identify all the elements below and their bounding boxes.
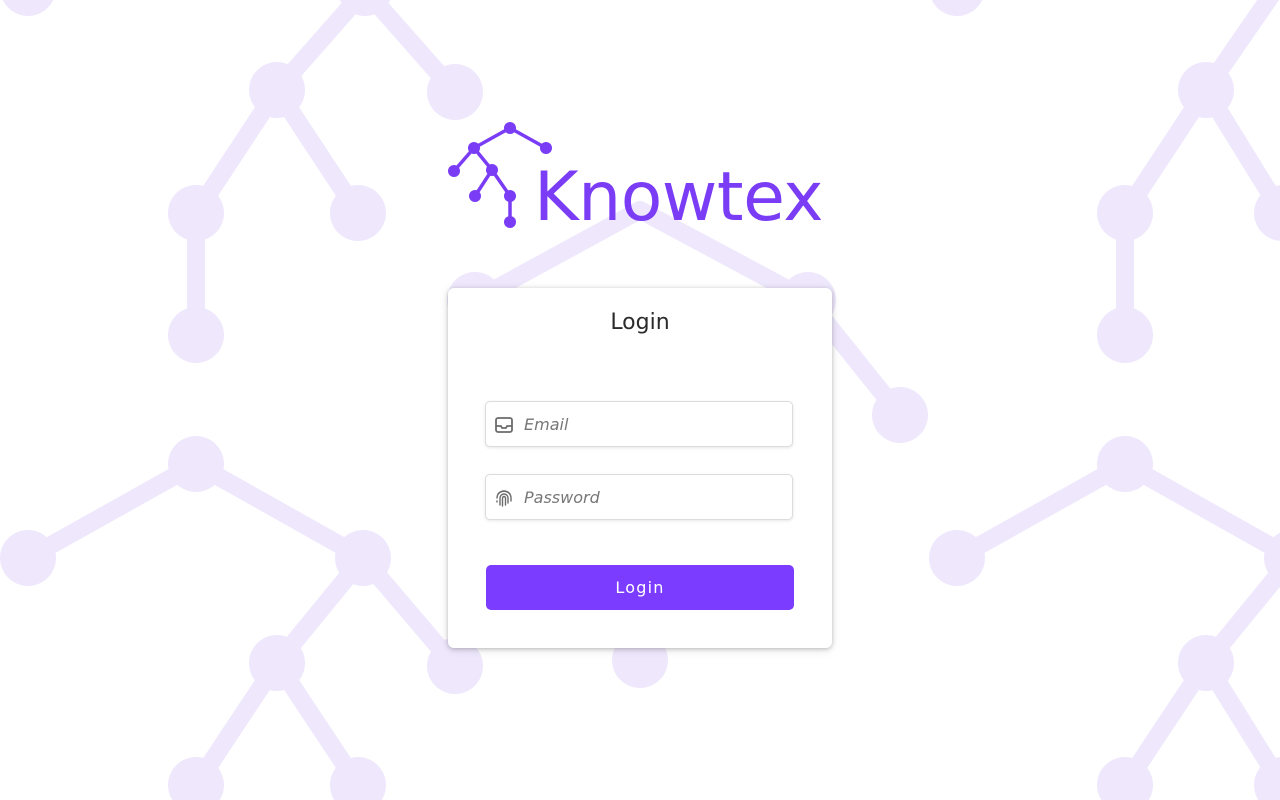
password-field[interactable] xyxy=(485,474,793,520)
login-title: Login xyxy=(610,310,670,335)
login-page: Knowtex Login Login xyxy=(0,0,1280,800)
email-field[interactable] xyxy=(485,401,793,447)
brand-name: Knowtex xyxy=(534,158,823,237)
login-card: Login Login xyxy=(448,288,832,648)
login-button[interactable]: Login xyxy=(486,565,794,610)
password-input[interactable] xyxy=(524,475,786,519)
email-input[interactable] xyxy=(524,402,786,446)
fingerprint-icon xyxy=(496,490,512,507)
brand-logo: Knowtex xyxy=(446,118,846,238)
inbox-icon xyxy=(495,417,513,433)
